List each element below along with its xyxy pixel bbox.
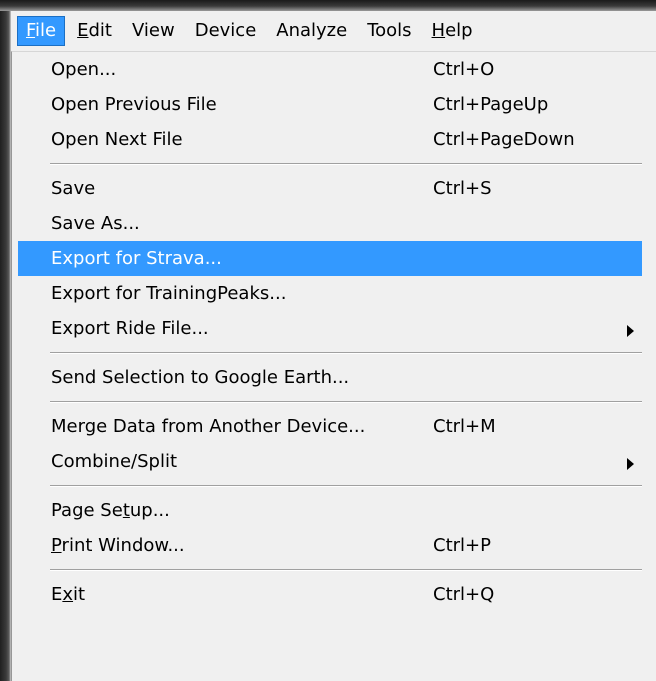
menu-item-save-as[interactable]: Save As... (18, 206, 642, 241)
menu-separator (50, 346, 642, 360)
page-setup-text-a: Page Se (51, 500, 123, 521)
menu-item-shortcut: Ctrl+PageUp (433, 94, 549, 115)
menu-tools[interactable]: Tools (359, 16, 419, 46)
menu-item-export-for-strava[interactable]: Export for Strava... (18, 241, 642, 276)
menu-item-shortcut: Ctrl+S (433, 178, 492, 199)
exit-text-b: it (73, 584, 86, 605)
menu-item-label: Export Ride File... (51, 318, 209, 339)
menu-item-export-ride-file[interactable]: Export Ride File... (18, 311, 642, 346)
menu-item-label: Send Selection to Google Earth... (51, 367, 350, 388)
page-setup-mnemonic: t (122, 500, 130, 521)
menu-edit-rest: dit (88, 20, 112, 41)
menu-edit-mnemonic: E (77, 20, 89, 41)
menu-item-label: Save (51, 178, 96, 199)
menu-item-merge-data[interactable]: Merge Data from Another Device... Ctrl+M (18, 409, 642, 444)
menu-item-export-for-trainingpeaks[interactable]: Export for TrainingPeaks... (18, 276, 642, 311)
menu-item-page-setup[interactable]: Page Setup... (18, 493, 642, 528)
menu-item-exit[interactable]: Exit Ctrl+Q (18, 577, 642, 612)
print-window-mnemonic: P (51, 535, 62, 556)
menu-item-send-to-google-earth[interactable]: Send Selection to Google Earth... (18, 360, 642, 395)
menu-item-label: Open Previous File (51, 94, 217, 115)
menu-analyze[interactable]: Analyze (268, 16, 355, 46)
menu-device[interactable]: Device (187, 16, 265, 46)
menu-item-label: Open Next File (51, 129, 183, 150)
menu-separator (50, 563, 642, 577)
exit-mnemonic: x (62, 584, 74, 605)
menu-help[interactable]: Help (424, 16, 481, 46)
menu-item-open-next-file[interactable]: Open Next File Ctrl+PageDown (18, 122, 642, 157)
menu-item-label: Save As... (51, 213, 140, 234)
menu-item-label: Print Window... (51, 528, 185, 563)
menu-item-label: Combine/Split (51, 451, 177, 472)
menu-item-shortcut: Ctrl+P (433, 535, 491, 556)
menu-separator (50, 157, 642, 171)
menu-item-save[interactable]: Save Ctrl+S (18, 171, 642, 206)
menu-item-open-previous-file[interactable]: Open Previous File Ctrl+PageUp (18, 87, 642, 122)
menu-item-label: Merge Data from Another Device... (51, 416, 366, 437)
submenu-arrow-icon (627, 325, 634, 337)
menu-item-shortcut: Ctrl+O (433, 59, 495, 80)
menu-item-label: Export for TrainingPeaks... (51, 283, 287, 304)
menu-file-mnemonic: F (26, 20, 36, 41)
menu-item-shortcut: Ctrl+M (433, 416, 496, 437)
menu-file[interactable]: File (17, 16, 66, 46)
menu-item-shortcut: Ctrl+Q (433, 584, 495, 605)
print-window-text: rint Window... (61, 535, 185, 556)
menu-help-mnemonic: H (431, 20, 446, 41)
menu-view[interactable]: View (124, 16, 183, 46)
menu-item-label: Exit (51, 577, 85, 612)
menu-item-label: Open... (51, 59, 117, 80)
menu-help-rest: elp (445, 20, 473, 41)
menu-item-shortcut: Ctrl+PageDown (433, 129, 575, 150)
menu-item-label: Page Setup... (51, 493, 170, 528)
submenu-arrow-icon (627, 458, 634, 470)
menu-item-label: Export for Strava... (51, 248, 222, 269)
menu-bar: File Edit View Device Analyze Tools Help (11, 11, 656, 51)
window-left-edge (0, 0, 11, 681)
menu-separator (50, 479, 642, 493)
menu-edit[interactable]: Edit (69, 16, 120, 46)
menu-item-open[interactable]: Open... Ctrl+O (18, 52, 642, 87)
exit-text-a: E (51, 584, 63, 605)
file-menu-dropdown: Open... Ctrl+O Open Previous File Ctrl+P… (11, 51, 656, 681)
menu-file-rest: ile (35, 20, 57, 41)
menu-separator (50, 395, 642, 409)
menu-item-combine-split[interactable]: Combine/Split (18, 444, 642, 479)
menu-item-print-window[interactable]: Print Window... Ctrl+P (18, 528, 642, 563)
page-setup-text-b: up... (129, 500, 170, 521)
window-top-edge (0, 0, 656, 11)
